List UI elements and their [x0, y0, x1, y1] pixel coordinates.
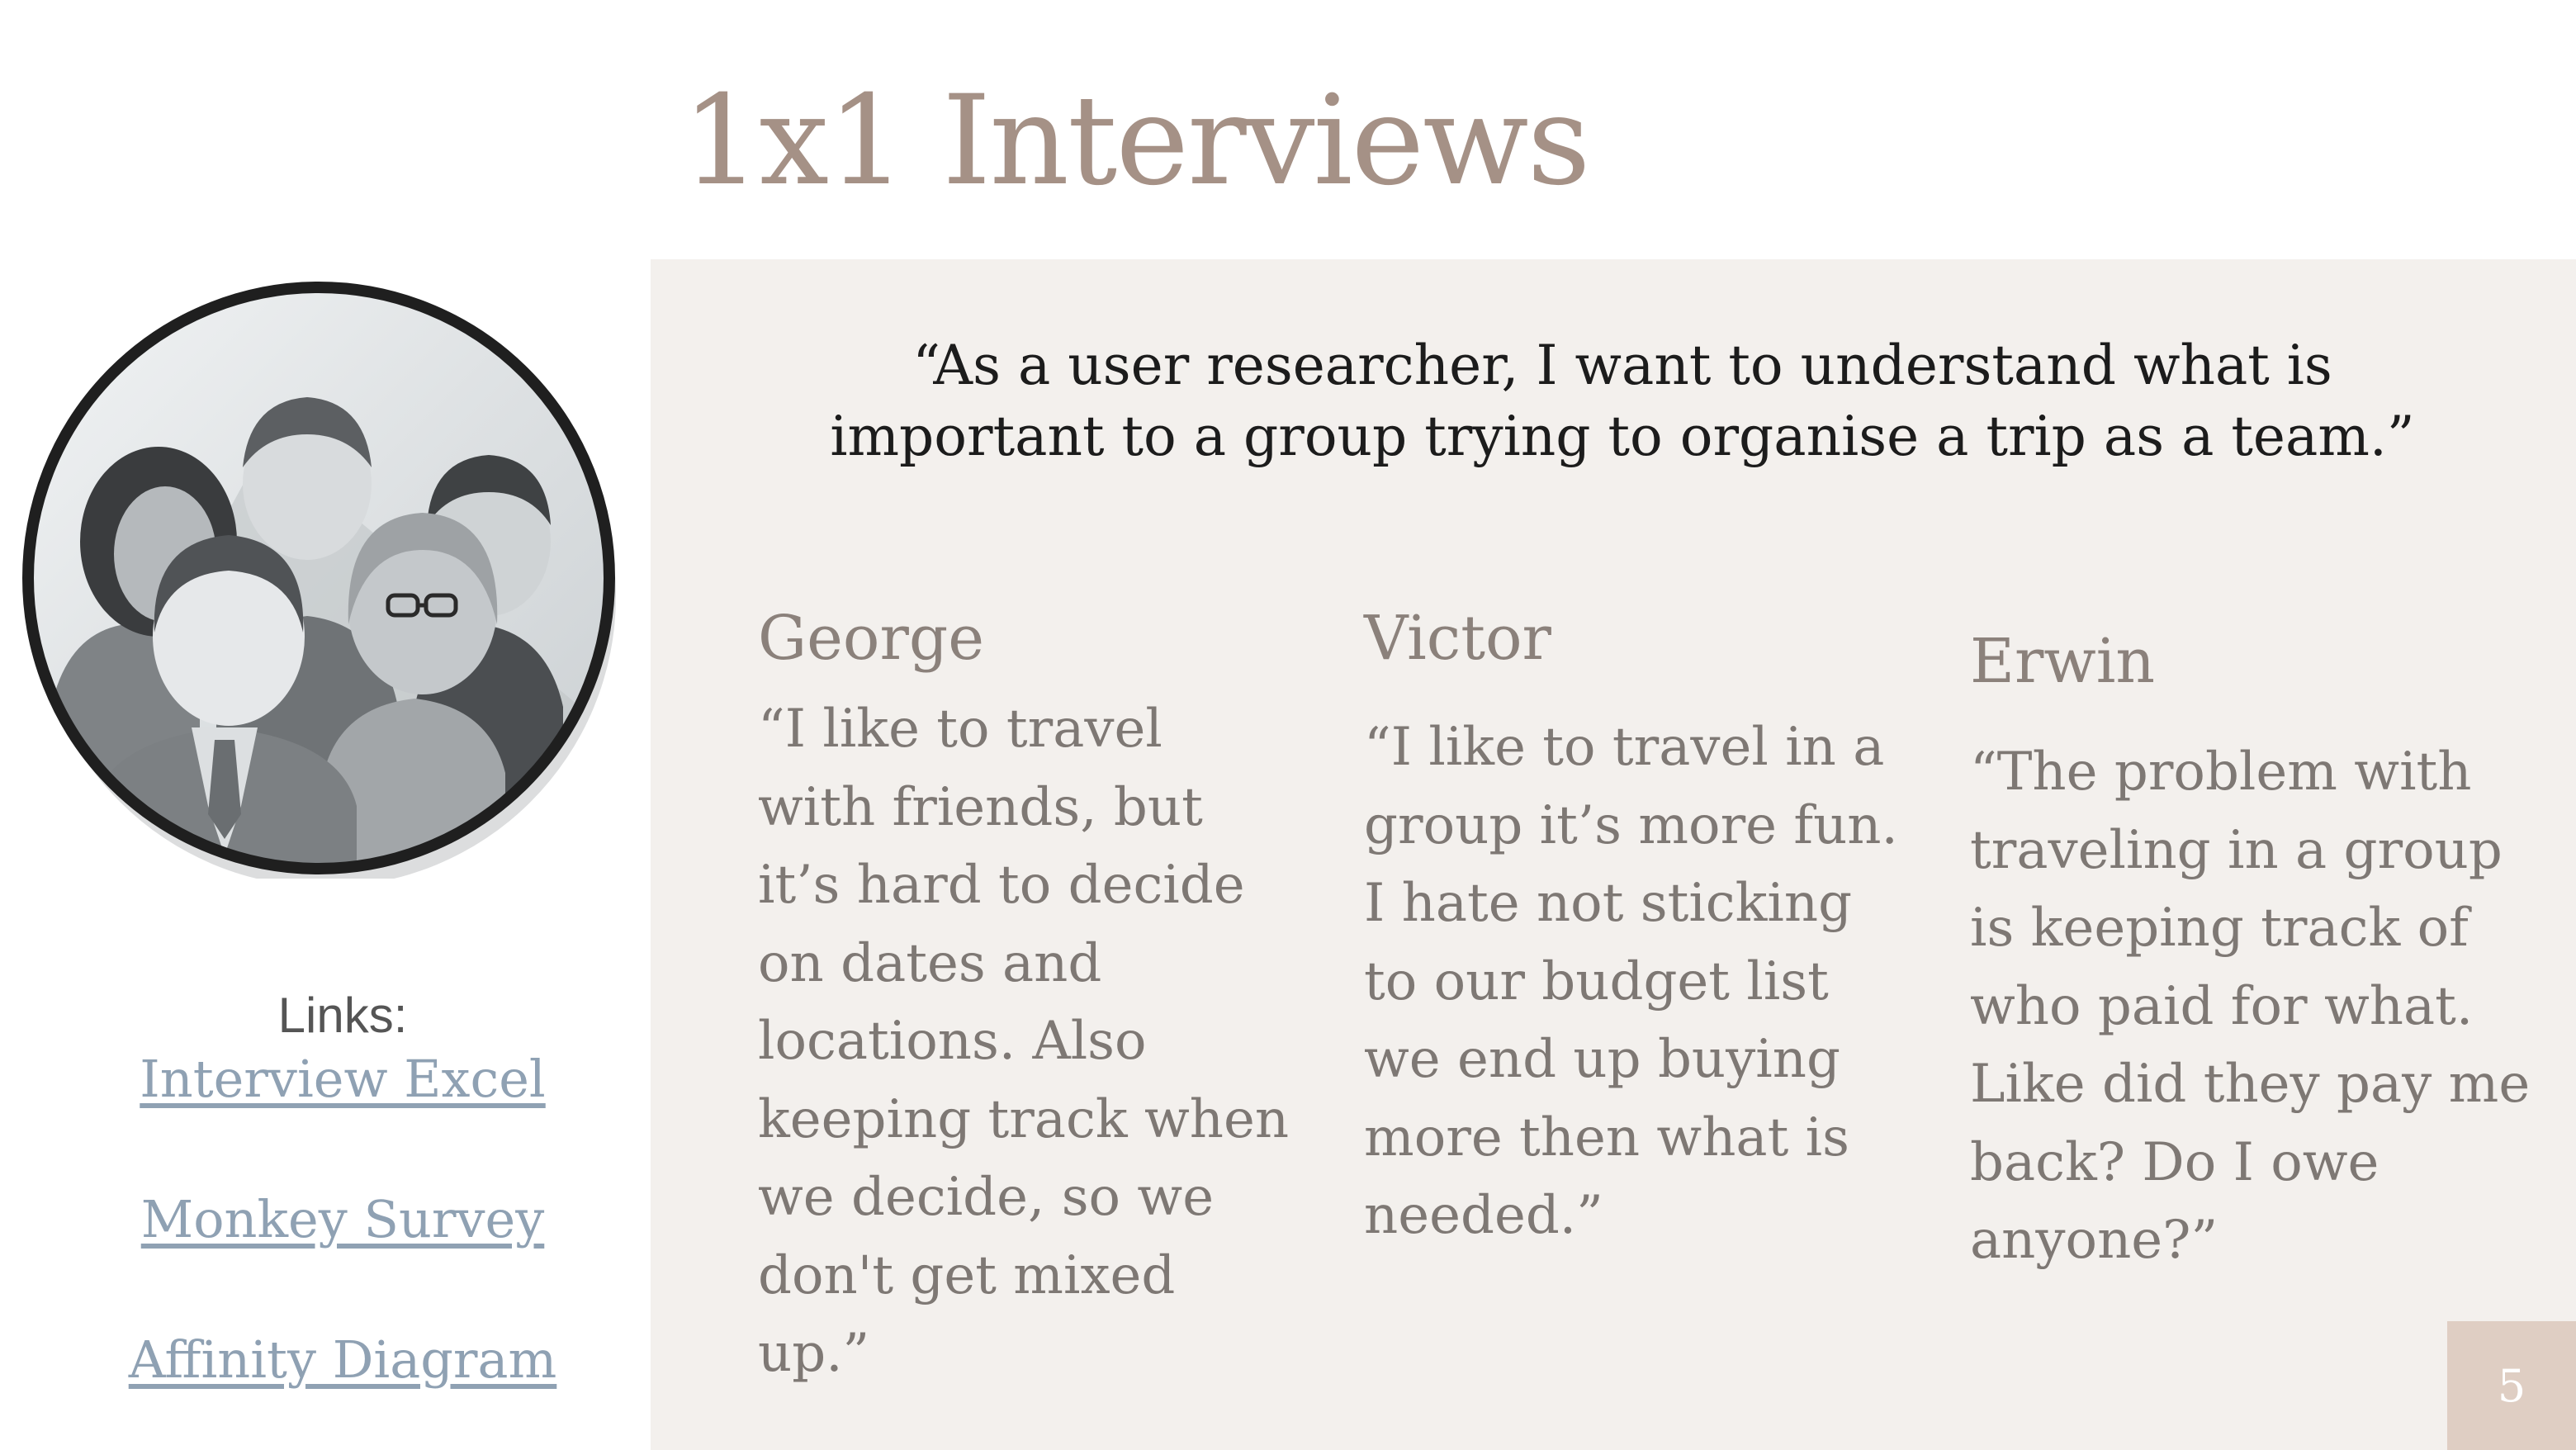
links-label: Links: — [277, 988, 408, 1043]
persona-name: Victor — [1364, 603, 1551, 674]
persona-quote: “I like to travel with friends, but it’s… — [758, 699, 1290, 1384]
persona-name: Erwin — [1970, 626, 2156, 697]
persona-george: George “I like to travel with friends, b… — [758, 608, 1295, 1393]
persona-name: George — [758, 603, 984, 674]
links-section: Links: Interview Excel Monkey Survey Aff… — [91, 984, 594, 1392]
page-number-badge: 5 — [2447, 1321, 2576, 1450]
affinity-diagram-link[interactable]: Affinity Diagram — [91, 1328, 594, 1392]
persona-erwin: Erwin “The problem with traveling in a g… — [1970, 631, 2531, 1280]
slide-title: 1x1 Interviews — [682, 69, 1591, 213]
persona-quote: “The problem with traveling in a group i… — [1970, 742, 2531, 1271]
research-goal-quote: “As a user researcher, I want to underst… — [830, 334, 2415, 468]
monkey-survey-link[interactable]: Monkey Survey — [91, 1187, 594, 1252]
interview-excel-link[interactable]: Interview Excel — [91, 1047, 594, 1111]
persona-quote: “I like to travel in a group it’s more f… — [1364, 717, 1898, 1246]
persona-victor: Victor “I like to travel in a group it’s… — [1364, 608, 1909, 1255]
group-of-people-icon — [18, 277, 619, 887]
